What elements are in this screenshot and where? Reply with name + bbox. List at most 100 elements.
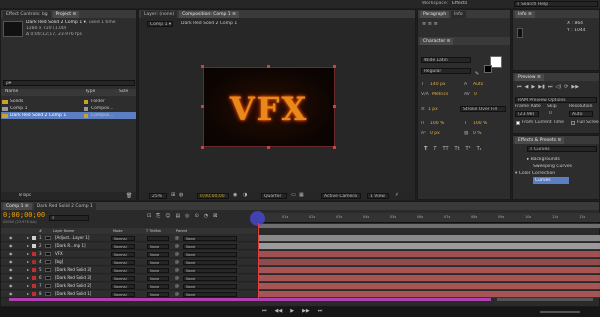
zoom-dropdown[interactable]: 25%	[149, 193, 167, 199]
player-rewind-icon[interactable]: ◀◀	[275, 308, 283, 314]
skip-value[interactable]: 0	[549, 111, 552, 117]
volume-slider[interactable]	[540, 311, 580, 313]
twirl-arrow-icon[interactable]: ▸	[27, 235, 29, 241]
effects-list-item[interactable]: Sweeping Curves	[513, 163, 599, 170]
layer-parent-dropdown[interactable]: None	[183, 292, 237, 297]
player-play-icon[interactable]: ▶	[290, 308, 294, 314]
pickwhip-icon[interactable]: @	[175, 251, 179, 257]
last-frame-icon[interactable]: ⏭	[548, 84, 553, 90]
font-size-value[interactable]: 140 px	[430, 82, 446, 88]
layer-label-color[interactable]	[32, 276, 36, 280]
channel-icon[interactable]: ◑	[243, 192, 247, 198]
faux-italic-button[interactable]: T	[433, 146, 436, 152]
tab-preview[interactable]: Preview ≡	[515, 73, 544, 81]
horizontal-scale-value[interactable]: 100 %	[473, 121, 487, 127]
trash-icon[interactable]: 🗑	[126, 193, 132, 199]
layer-parent-dropdown[interactable]: None	[183, 252, 237, 257]
tracking-value[interactable]: 0	[474, 92, 477, 98]
layer-parent-dropdown[interactable]: None	[183, 284, 237, 289]
layer-label-color[interactable]	[32, 268, 36, 272]
frame-rate-dropdown[interactable]: (23.98)	[515, 111, 539, 117]
grid-icon[interactable]: ⊞	[171, 192, 175, 198]
layer-trkmat-dropdown[interactable]: None	[147, 244, 169, 249]
layer-parent-dropdown[interactable]: None	[183, 244, 237, 249]
player-previous-icon[interactable]: ⏮	[262, 308, 267, 314]
layer-mode-dropdown[interactable]: Normal	[111, 252, 135, 257]
column-mode[interactable]: Mode	[113, 228, 123, 234]
work-area-bar[interactable]	[258, 224, 600, 228]
views-dropdown[interactable]: 1 View	[367, 193, 389, 199]
stroke-color-swatch[interactable]	[484, 65, 492, 73]
layer-row[interactable]: ◉ ▸ 2 [Dark R...mp 1] Normal None @ None	[1, 243, 257, 250]
layer-trkmat-dropdown[interactable]: None	[147, 284, 169, 289]
layer-label-color[interactable]	[32, 244, 36, 248]
align-right-icon[interactable]: ≡	[434, 21, 438, 27]
pickwhip-icon[interactable]: @	[175, 275, 179, 281]
column-layer-name[interactable]: Layer Name	[53, 228, 74, 234]
pickwhip-icon[interactable]: @	[175, 267, 179, 273]
full-screen-checkbox[interactable]	[571, 121, 575, 125]
visibility-eye-icon[interactable]: ◉	[9, 251, 13, 257]
eyedropper-icon[interactable]: ✎	[475, 71, 479, 77]
project-list-item[interactable]: Solids Folder	[1, 98, 136, 105]
player-forward-icon[interactable]: ▶▶	[302, 308, 310, 314]
effects-search-input[interactable]: ⌕ Curves	[527, 146, 597, 152]
graph-editor-icon[interactable]: ⊠	[213, 213, 217, 219]
draft-3d-icon[interactable]: ⎘	[156, 213, 160, 219]
layer-row[interactable]: ◉ ▸ 3 VFX Normal None @ None	[1, 251, 257, 258]
layer-mode-dropdown[interactable]: Normal	[111, 268, 135, 273]
pickwhip-icon[interactable]: @	[175, 283, 179, 289]
mute-icon[interactable]: ◁)	[555, 84, 561, 90]
project-list-item[interactable]: Dark Red Solid 2 Comp 1 Compos...	[1, 112, 136, 119]
layer-handle[interactable]	[333, 146, 336, 149]
twirl-arrow-icon[interactable]: ▸	[27, 291, 29, 297]
layer-trkmat-dropdown[interactable]: None	[147, 276, 169, 281]
ram-preview-options-dropdown[interactable]: RAM Preview Options	[515, 97, 597, 103]
align-left-icon[interactable]: ≡	[422, 21, 426, 27]
layer-name[interactable]: [Adjust...Layer 1]	[55, 235, 109, 241]
faux-bold-button[interactable]: T	[424, 146, 427, 152]
layer-name[interactable]: VFX	[55, 251, 109, 257]
layer-name[interactable]: [Dark R...mp 1]	[55, 243, 109, 249]
camera-snapshot-icon[interactable]: ◉	[233, 192, 237, 198]
layer-label-color[interactable]	[32, 284, 36, 288]
stroke-type-dropdown[interactable]: Stroke Over Fill	[460, 106, 506, 112]
tab-composition[interactable]: Composition: Comp 1 ≡	[179, 10, 239, 18]
resolution-preview-dropdown[interactable]: Auto	[569, 111, 593, 117]
tab-project[interactable]: Project ≡	[52, 10, 80, 18]
layer-duration-bar[interactable]	[258, 235, 600, 242]
layer-row[interactable]: ◉ ▸ 5 [Dark Red Solid 3] Normal None @ None	[1, 267, 257, 274]
visibility-eye-icon[interactable]: ◉	[9, 275, 13, 281]
time-ruler[interactable]: 01s 02s 03s 04s 05s 06s 07s 08s 09s 10s 11s 12s	[258, 213, 600, 223]
twirl-arrow-icon[interactable]: ▸	[27, 251, 29, 257]
label-color-swatch[interactable]	[84, 99, 88, 104]
column-parent[interactable]: Parent	[176, 228, 187, 234]
layer-label-color[interactable]	[32, 292, 36, 296]
label-color-swatch[interactable]	[84, 106, 88, 111]
layer-name[interactable]: [Dark Red Solid 3]	[55, 267, 109, 273]
tab-paragraph[interactable]: Paragraph	[420, 10, 450, 18]
first-frame-icon[interactable]: ⏮	[517, 84, 522, 90]
tab-info-2[interactable]: Info	[451, 10, 466, 18]
search-help-field[interactable]: ⌕ Search Help	[514, 1, 598, 7]
layer-mode-dropdown[interactable]: Normal	[111, 276, 135, 281]
auto-keyframe-icon[interactable]: ◔	[204, 213, 208, 219]
effects-list-item[interactable]: Curves	[533, 177, 569, 184]
pickwhip-icon[interactable]: @	[175, 243, 179, 249]
layer-trkmat-dropdown[interactable]: None	[147, 292, 169, 297]
layer-trkmat-dropdown[interactable]: None	[147, 268, 169, 273]
twirl-arrow-icon[interactable]: ▸	[27, 243, 29, 249]
layer-row[interactable]: ◉ ▸ 6 [Dark Red Solid 3] Normal None @ None	[1, 275, 257, 282]
visibility-eye-icon[interactable]: ◉	[9, 291, 13, 297]
layer-row[interactable]: ◉ ▸ 4 [bg] Normal None @ None	[1, 259, 257, 266]
layer-label-color[interactable]	[32, 236, 36, 240]
subscript-button[interactable]: T₁	[477, 146, 482, 152]
label-color-swatch[interactable]	[84, 113, 88, 118]
layer-handle[interactable]	[201, 146, 204, 149]
layer-mode-dropdown[interactable]: Normal	[111, 292, 135, 297]
workspace-dropdown[interactable]: Effects	[452, 1, 467, 7]
layer-handle[interactable]	[201, 105, 204, 108]
layer-duration-bar[interactable]	[258, 275, 600, 282]
mask-icon[interactable]: ◍	[179, 192, 183, 198]
align-center-icon[interactable]: ≡	[428, 21, 432, 27]
